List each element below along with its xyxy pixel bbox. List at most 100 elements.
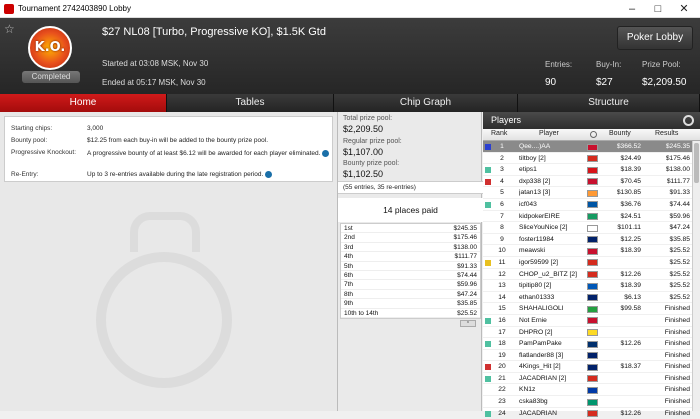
tab-tables[interactable]: Tables xyxy=(167,94,334,112)
player-row[interactable]: 23 cska83bg Finished xyxy=(483,396,692,408)
tab-structure[interactable]: Structure xyxy=(518,94,700,112)
player-row[interactable]: 13 tipitip80 [2] $18.39 $25.52 xyxy=(483,280,692,292)
player-marker-icon xyxy=(485,248,491,254)
player-row[interactable]: 20 4Kings_Hit [2] $18.37 Finished xyxy=(483,361,692,373)
player-row[interactable]: 6 icf043 $36.76 $74.44 xyxy=(483,199,692,211)
tab-chip-graph[interactable]: Chip Graph xyxy=(334,94,518,112)
player-name: Not Ernie xyxy=(519,316,547,324)
player-bounty: $36.76 xyxy=(620,200,641,208)
player-marker-icon xyxy=(485,399,491,405)
players-scrollbar[interactable] xyxy=(692,141,700,411)
country-flag-icon xyxy=(587,386,598,394)
prizepool-label: Prize Pool: xyxy=(642,60,681,69)
player-rank: 3 xyxy=(500,166,504,174)
player-marker-icon xyxy=(485,272,491,278)
bounty-prize-value: $1,102.50 xyxy=(343,169,384,179)
progressive-ko-text: A progressive bounty of at least $6.12 w… xyxy=(87,150,321,157)
player-row[interactable]: 2 tiltboy [2] $24.49 $175.46 xyxy=(483,153,692,165)
player-rank: 1 xyxy=(500,143,504,150)
player-result: Finished xyxy=(664,305,690,313)
player-row[interactable]: 1 Qee....)AA $366.52 $245.35 xyxy=(483,141,692,153)
close-button[interactable]: ✕ xyxy=(672,1,696,17)
player-name: flatlander88 [3] xyxy=(519,351,564,359)
favorite-star-icon[interactable]: ☆ xyxy=(4,22,15,36)
player-row[interactable]: 8 SliceYouNice [2] $101.11 $47.24 xyxy=(483,222,692,234)
player-name: kidpokerEIRE xyxy=(519,212,560,220)
player-name: meawski xyxy=(519,247,546,255)
tab-home[interactable]: Home xyxy=(0,94,167,112)
player-result: $25.52 xyxy=(669,247,690,255)
player-marker-icon xyxy=(485,259,491,266)
player-row[interactable]: 19 flatlander88 [3] Finished xyxy=(483,350,692,362)
player-rank: 10 xyxy=(498,247,506,255)
entries-label: Entries: xyxy=(545,60,573,69)
info-icon[interactable] xyxy=(322,149,330,157)
country-flag-icon xyxy=(587,317,598,325)
poker-lobby-button[interactable]: Poker Lobby xyxy=(617,26,693,50)
player-rank: 22 xyxy=(498,386,506,394)
player-result: $175.46 xyxy=(665,154,690,162)
player-row[interactable]: 24 JACADRIAN $12.26 Finished xyxy=(483,408,692,419)
player-marker-icon xyxy=(485,317,491,324)
minimize-button[interactable]: – xyxy=(620,1,644,17)
col-rank[interactable]: Rank xyxy=(491,130,507,137)
payout-row: 3rd $138.00 xyxy=(341,243,480,253)
country-flag-icon xyxy=(587,224,598,232)
maximize-button[interactable]: □ xyxy=(646,1,670,17)
player-name: igor59599 [2] xyxy=(519,258,559,266)
players-title: Players xyxy=(491,115,522,125)
player-row[interactable]: 3 etips1 $18.39 $138.00 xyxy=(483,164,692,176)
player-marker-icon xyxy=(485,330,491,336)
player-row[interactable]: 17 DHPRO [2] Finished xyxy=(483,327,692,339)
info-icon[interactable] xyxy=(265,171,273,178)
player-row[interactable]: 12 CHOP_u2_BITZ [2] $12.26 $25.52 xyxy=(483,269,692,281)
player-bounty: $18.37 xyxy=(620,363,641,371)
payout-place: 3rd xyxy=(344,243,354,251)
player-row[interactable]: 10 meawski $18.39 $25.52 xyxy=(483,245,692,257)
search-icon[interactable] xyxy=(683,115,694,126)
col-results[interactable]: Results xyxy=(655,130,678,137)
player-result: $111.77 xyxy=(666,177,690,185)
player-row[interactable]: 7 kidpokerEIRE $24.51 $59.96 xyxy=(483,211,692,223)
country-flag-icon xyxy=(587,398,598,406)
player-name: icf043 xyxy=(519,200,537,208)
player-row[interactable]: 5 jatan13 [3] $130.85 $91.33 xyxy=(483,187,692,199)
player-result: $245.35 xyxy=(665,143,690,150)
player-result: $91.33 xyxy=(669,189,690,197)
entries-note: (55 entries, 35 re-entries) xyxy=(338,181,483,194)
player-marker-icon xyxy=(485,167,491,174)
progressive-ko-label: Progressive Knockout: xyxy=(11,149,77,156)
country-flag-icon xyxy=(587,259,598,267)
player-marker-icon xyxy=(485,375,491,382)
player-row[interactable]: 16 Not Ernie Finished xyxy=(483,315,692,327)
country-flag-icon xyxy=(587,340,598,348)
col-bounty[interactable]: Bounty xyxy=(609,130,631,137)
player-name: tiltboy [2] xyxy=(519,154,546,162)
player-name: JACADRIAN [2] xyxy=(519,374,567,382)
col-player[interactable]: Player xyxy=(539,130,559,137)
player-row[interactable]: 11 igor59599 [2] $25.52 xyxy=(483,257,692,269)
player-rank: 15 xyxy=(498,305,506,313)
globe-icon[interactable] xyxy=(590,131,597,138)
player-row[interactable]: 14 ethan01333 $6.13 $25.52 xyxy=(483,292,692,304)
payout-amount: $47.24 xyxy=(457,290,477,298)
country-flag-icon xyxy=(587,178,598,186)
regular-prize-label: Regular prize pool: xyxy=(343,138,402,145)
starting-chips-value: 3,000 xyxy=(87,125,104,132)
end-time: Ended at 05:17 MSK, Nov 30 xyxy=(102,78,206,87)
payout-expand-icon[interactable]: ⌃ xyxy=(460,320,476,327)
player-rank: 12 xyxy=(498,270,506,278)
player-bounty: $99.58 xyxy=(620,305,641,313)
player-row[interactable]: 4 dxp338 [2] $70.45 $111.77 xyxy=(483,176,692,188)
player-row[interactable]: 22 KN1z Finished xyxy=(483,384,692,397)
player-row[interactable]: 9 foster11984 $12.25 $35.85 xyxy=(483,234,692,246)
scrollbar-thumb[interactable] xyxy=(694,143,699,183)
player-marker-icon xyxy=(485,341,491,348)
player-row[interactable]: 18 PamPamPake $12.26 Finished xyxy=(483,338,692,350)
bounty-pool-value: $12.25 from each buy-in will be added to… xyxy=(87,137,269,144)
player-marker-icon xyxy=(485,156,491,162)
player-row[interactable]: 15 SHAHALIGOLI $99.58 Finished xyxy=(483,303,692,315)
player-name: Qee....)AA xyxy=(519,143,551,150)
player-row[interactable]: 21 JACADRIAN [2] Finished xyxy=(483,373,692,385)
payout-place: 7th xyxy=(344,281,354,289)
